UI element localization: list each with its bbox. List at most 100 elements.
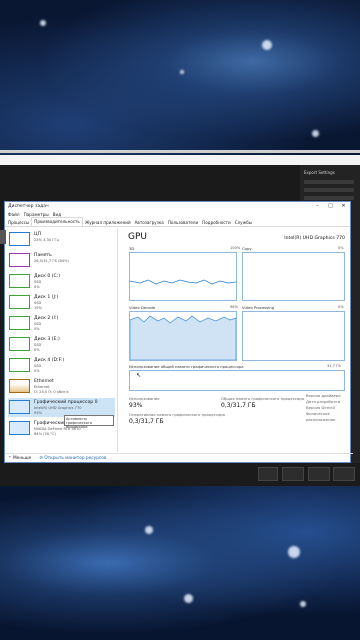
utilization-value: 93% — [129, 402, 143, 409]
export-settings-title: Export Settings — [304, 170, 335, 175]
shared-gpu-memory-value: 0,3/31,7 ГБ — [221, 402, 256, 409]
disk-thumbnail — [9, 358, 30, 372]
gpu-detail-panel: GPU Intel(R) UHD Graphics 770 3D 100% Co… — [124, 228, 348, 452]
shared-memory-graph-label: Использование общей памяти графического … — [129, 364, 244, 369]
shared-gpu-memory-label: Общая память графического процессора — [221, 396, 304, 401]
tab-processes[interactable]: Процессы — [6, 219, 31, 226]
graph-label-video-processing: Video Processing — [242, 305, 275, 310]
graph-label-video-decode: Video Decode — [129, 305, 156, 310]
resource-value: 0% — [34, 285, 40, 289]
resource-disk-1[interactable]: Диск 1 (J:) SSD 19% — [8, 293, 115, 312]
resource-value: 0% — [34, 327, 40, 331]
resource-type: Intel(R) UHD Graphics 770 — [34, 406, 82, 410]
resource-value: 0% — [34, 369, 40, 373]
resource-disk-2[interactable]: Диск 2 (I:) SSD 0% — [8, 314, 115, 333]
tab-startup[interactable]: Автозагрузка — [133, 219, 166, 226]
graph-label-3d: 3D — [129, 246, 135, 251]
tab-performance[interactable]: Производительность — [31, 217, 83, 226]
export-option[interactable] — [304, 196, 354, 200]
cpu-thumbnail — [9, 232, 30, 246]
tab-services[interactable]: Службы — [233, 219, 254, 226]
resource-value: 93% — [34, 411, 42, 415]
resource-monitor-label: Открыть монитор ресурсов — [44, 456, 107, 461]
gpu-memory-value: 0,3/31,7 ГБ — [129, 418, 164, 425]
ethernet-thumbnail — [9, 379, 30, 393]
fewer-details-button[interactable]: ⌃ Меньше — [8, 456, 31, 461]
title-bar[interactable]: Диспетчер задач – □ ✕ — [5, 202, 350, 211]
resource-detail: 23% 3,30 ГГц — [34, 238, 60, 242]
particle — [300, 601, 306, 607]
graph-video-processing — [242, 311, 345, 361]
editor-timeline — [0, 463, 360, 486]
graph-label-copy: Copy — [242, 246, 252, 251]
close-button[interactable]: ✕ — [337, 202, 350, 211]
menu-file[interactable]: Файл — [8, 212, 20, 217]
resource-name: Память — [34, 253, 52, 258]
resource-value: 0% — [34, 348, 40, 352]
disk-thumbnail — [9, 274, 30, 288]
timeline-control[interactable] — [308, 467, 330, 481]
graph-shared-memory — [129, 370, 345, 391]
minimize-button[interactable]: – — [311, 202, 324, 211]
graph-video-decode — [129, 311, 237, 361]
resource-disk-4[interactable]: Диск 4 (D:F:) SSD 0% — [8, 356, 115, 375]
fewer-details-label: Меньше — [12, 456, 32, 461]
export-option[interactable] — [304, 180, 354, 184]
resource-monitor-link[interactable]: ⊘ Открыть монитор ресурсов — [39, 456, 106, 461]
particle — [312, 130, 319, 137]
graph-3d-plot — [129, 279, 237, 285]
resource-cpu[interactable]: ЦП 23% 3,30 ГГц — [8, 230, 115, 249]
resource-type: SSD — [34, 301, 42, 305]
gpu-title: GPU — [128, 232, 147, 242]
resource-memory[interactable]: Память 26,5/31,7 ГБ (84%) — [8, 251, 115, 270]
resource-type: SSD — [34, 280, 42, 284]
export-option[interactable] — [304, 188, 354, 192]
resource-name: Диск 2 (I:) — [34, 316, 59, 321]
mouse-cursor-icon: ↖ — [136, 372, 142, 379]
resource-value: О: 24,0 П: 0 кбит/с — [34, 390, 69, 394]
graph-pct-video-processing: 0% — [338, 305, 344, 309]
resource-name: ЦП — [34, 232, 42, 237]
graph-pct-copy: 0% — [338, 246, 344, 250]
disk-thumbnail — [9, 316, 30, 330]
tooltip: Активность графического процессора — [64, 415, 114, 429]
resource-detail: 26,5/31,7 ГБ (84%) — [34, 259, 69, 263]
wallpaper-top — [0, 0, 360, 155]
maximize-button[interactable]: □ — [324, 202, 337, 211]
graph-pct-video-decode: 98% — [230, 305, 238, 309]
particle — [40, 20, 46, 26]
tab-app-history[interactable]: Журнал приложений — [83, 219, 133, 226]
timeline-control[interactable] — [282, 467, 304, 481]
gpu-memory-label: Оперативная память графического процессо… — [129, 412, 225, 417]
particle — [180, 70, 184, 74]
tab-users[interactable]: Пользователи — [166, 219, 200, 226]
particle — [262, 40, 272, 50]
resource-disk-0[interactable]: Диск 0 (C:) SSD 0% — [8, 272, 115, 291]
resource-list: ЦП 23% 3,30 ГГц Память 26,5/31,7 ГБ (84%… — [5, 228, 118, 452]
timeline-control[interactable] — [258, 467, 278, 481]
graph-copy — [242, 252, 345, 301]
prop-physical-location: Физическое расположение — [306, 411, 336, 422]
timeline-control[interactable] — [333, 467, 355, 481]
shared-memory-graph-max: 31,7 ГБ — [327, 364, 341, 368]
resource-disk-3[interactable]: Диск 3 (E:) SSD 0% — [8, 335, 115, 354]
gpu-thumbnail — [9, 400, 30, 414]
editor-toolbar — [0, 155, 360, 165]
gpu-properties: Версия драйвера Дата разработки Версия D… — [306, 393, 348, 423]
webcam-overlay — [0, 230, 6, 244]
resource-name: Ethernet — [34, 379, 54, 384]
resource-name: Диск 3 (E:) — [34, 337, 60, 342]
resource-name: Графический процессор 0 — [34, 400, 98, 405]
graph-pct-3d: 100% — [230, 246, 241, 250]
resource-value: 19% — [34, 306, 42, 310]
gpu-thumbnail — [9, 421, 30, 435]
resource-type: SSD — [34, 364, 42, 368]
resource-type: SSD — [34, 322, 42, 326]
task-manager-window: Диспетчер задач – □ ✕ Файл Параметры Вид… — [4, 201, 353, 463]
tab-details[interactable]: Подробности — [200, 219, 233, 226]
resource-ethernet[interactable]: Ethernet Ethernet О: 24,0 П: 0 кбит/с — [8, 377, 115, 396]
resource-type: Ethernet — [34, 385, 50, 389]
disk-thumbnail — [9, 337, 30, 351]
tab-bar: Процессы Производительность Журнал прило… — [5, 217, 350, 227]
resource-value: 84% (50 °C) — [34, 432, 56, 436]
